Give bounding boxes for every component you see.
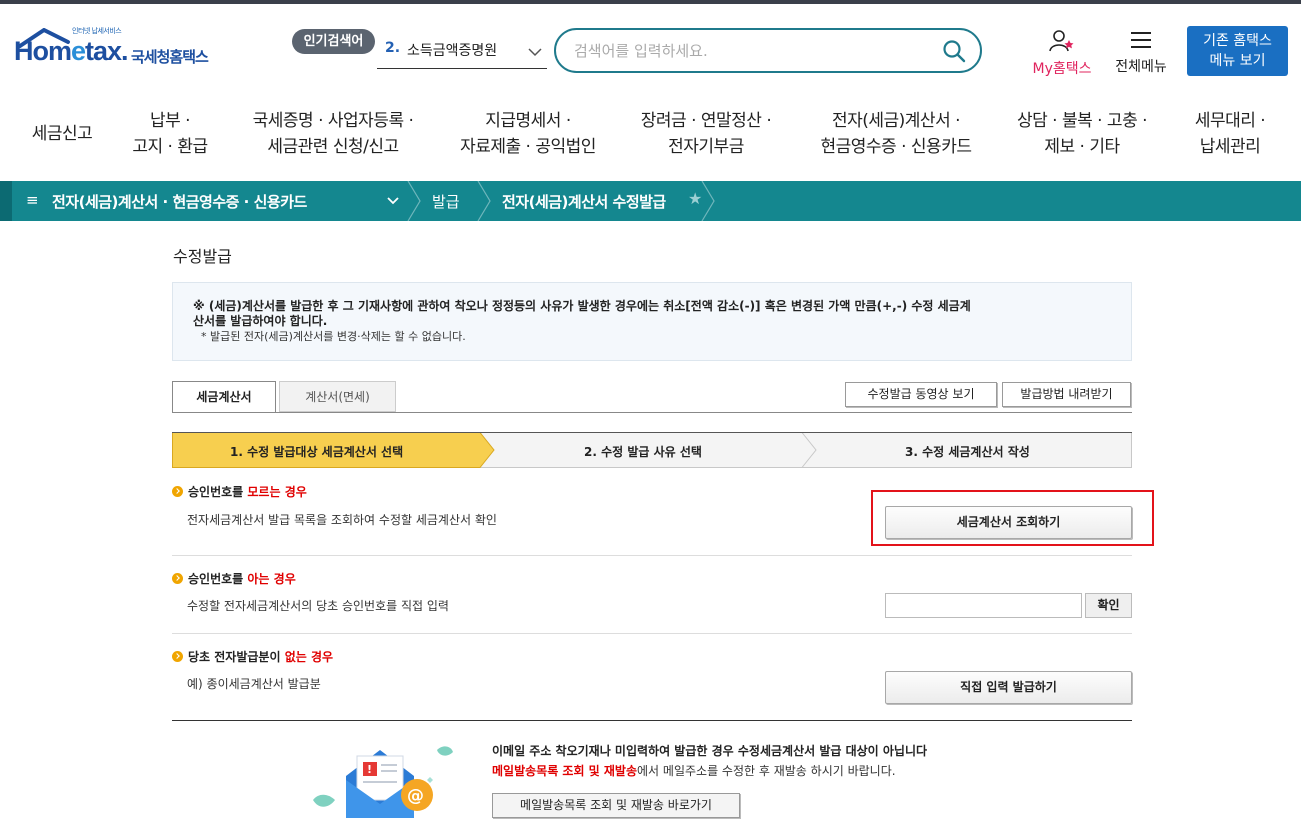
nav-certificates[interactable]: 국세증명 · 사업자등록 · 세금관련 신청/신고: [238, 108, 428, 160]
chevron-down-icon[interactable]: [386, 193, 400, 211]
my-hometax-label: My홈택스: [1032, 61, 1092, 77]
svg-text:!: !: [367, 763, 372, 776]
nav-incentives[interactable]: 장려금 · 연말정산 · 전자기부금: [628, 108, 784, 160]
breadcrumb-separator-icon: [701, 181, 715, 221]
notice-subtext: * 발급된 전자(세금)계산서를 변경·삭제는 할 수 없습니다.: [201, 330, 466, 343]
download-guide-button[interactable]: 발급방법 내려받기: [1002, 382, 1131, 407]
popular-rank: 2.: [385, 40, 401, 56]
menu-lines-icon[interactable]: ≡: [26, 191, 39, 209]
legacy-line1: 기존 홈택스: [1203, 33, 1272, 49]
confirm-button[interactable]: 확인: [1085, 593, 1132, 618]
email-illustration-icon: ! @: [313, 746, 453, 818]
logo-tagline: 인터넷 납세서비스: [72, 27, 122, 35]
breadcrumb: ≡ 전자(세금)계산서 · 현금영수증 · 신용카드 발급 전자(세금)계산서 …: [0, 181, 1301, 221]
highlight-box: [871, 490, 1154, 546]
svg-text:@: @: [407, 786, 424, 806]
nav-e-invoice[interactable]: 전자(세금)계산서 · 현금영수증 · 신용카드: [806, 108, 986, 160]
nav-tax-return[interactable]: 세금신고: [22, 121, 102, 147]
search-bar: [554, 28, 982, 73]
search-input[interactable]: [574, 40, 924, 62]
top-border: [0, 0, 1301, 4]
section-known-title: 승인번호를 아는 경우: [172, 570, 296, 587]
main-navigation: 세금신고 납부 · 고지 · 환급 국세증명 · 사업자등록 · 세금관련 신청/신…: [0, 108, 1301, 164]
chevron-down-icon: [528, 48, 542, 57]
section-none-title: 당초 전자발급분이 없는 경우: [172, 648, 333, 665]
step-2: 2. 수정 발급 사유 선택: [584, 445, 702, 459]
my-hometax-button[interactable]: My홈택스: [1026, 30, 1098, 78]
direct-issue-button[interactable]: 직접 입력 발급하기: [885, 671, 1132, 704]
search-icon[interactable]: [942, 39, 966, 63]
mail-resend-button[interactable]: 메일발송목록 조회 및 재발송 바로가기: [492, 793, 740, 818]
nav-statements[interactable]: 지급명세서 · 자료제출 · 공익법인: [448, 108, 608, 160]
step-1: 1. 수정 발급대상 세금계산서 선택: [230, 445, 404, 459]
logo-korean-name: 국세청홈택스: [131, 48, 209, 66]
step-3: 3. 수정 세금계산서 작성: [905, 445, 1030, 459]
notice-box: ※ (세금)계산서를 발급한 후 그 기재사항에 관하여 착오나 정정등의 사유…: [172, 282, 1132, 361]
all-menu-label: 전체메뉴: [1115, 59, 1167, 75]
popular-keyword: 소득금액증명원: [407, 43, 498, 59]
user-icon: [1049, 30, 1074, 52]
email-notice-desc: 메일발송목록 조회 및 재발송에서 메일주소를 수정한 후 재발송 하시기 바랍…: [492, 764, 896, 778]
tab-tax-invoice[interactable]: 세금계산서: [172, 381, 276, 412]
hamburger-icon: [1131, 32, 1151, 48]
tab-invoice-exempt[interactable]: 계산서(면세): [279, 381, 396, 412]
nav-consultation[interactable]: 상담 · 불복 · 고충 · 제보 · 기타: [1002, 108, 1162, 160]
all-menu-button[interactable]: 전체메뉴: [1108, 30, 1174, 76]
popular-search-select[interactable]: 2. 소득금액증명원: [377, 36, 547, 69]
popular-search-badge: 인기검색어: [292, 29, 375, 54]
step-indicator: 1. 수정 발급대상 세금계산서 선택 2. 수정 발급 사유 선택 3. 수정…: [172, 432, 1132, 468]
legacy-line2: 메뉴 보기: [1209, 53, 1266, 69]
breadcrumb-separator-icon: [477, 181, 491, 221]
bullet-icon: [172, 573, 183, 584]
video-guide-button[interactable]: 수정발급 동영상 보기: [845, 382, 997, 407]
section-unknown-title: 승인번호를 모르는 경우: [172, 483, 307, 500]
section-known-desc: 수정할 전자세금계산서의 당초 승인번호를 직접 입력: [187, 599, 449, 613]
logo-wordmark: Hometax.: [14, 36, 129, 66]
breadcrumb-level1[interactable]: 전자(세금)계산서 · 현금영수증 · 신용카드: [52, 191, 307, 212]
legacy-hometax-button[interactable]: 기존 홈택스 메뉴 보기: [1187, 26, 1288, 76]
breadcrumb-level3[interactable]: 전자(세금)계산서 수정발급: [502, 191, 666, 212]
nav-tax-agent[interactable]: 세무대리 · 납세관리: [1180, 108, 1280, 160]
hometax-logo[interactable]: 인터넷 납세서비스 Hometax. 국세청홈택스: [14, 26, 234, 78]
breadcrumb-level2[interactable]: 발급: [432, 191, 460, 212]
bullet-icon: [172, 486, 183, 497]
section-unknown-desc: 전자세금계산서 발급 목록을 조회하여 수정할 세금계산서 확인: [187, 513, 497, 527]
approval-number-input[interactable]: [885, 593, 1082, 618]
email-notice-title: 이메일 주소 착오기재나 미입력하여 발급한 경우 수정세금계산서 발급 대상이…: [492, 744, 928, 758]
section-none-desc: 예) 종이세금계산서 발급분: [187, 677, 321, 691]
notice-line1: ※ (세금)계산서를 발급한 후 그 기재사항에 관하여 착오나 정정등의 사유…: [193, 299, 971, 313]
nav-payment[interactable]: 납부 · 고지 · 환급: [120, 108, 220, 160]
breadcrumb-separator-icon: [407, 181, 421, 221]
notice-line2: 산서를 발급하여야 합니다.: [193, 314, 328, 328]
bullet-icon: [172, 651, 183, 662]
page-title: 수정발급: [173, 247, 232, 266]
